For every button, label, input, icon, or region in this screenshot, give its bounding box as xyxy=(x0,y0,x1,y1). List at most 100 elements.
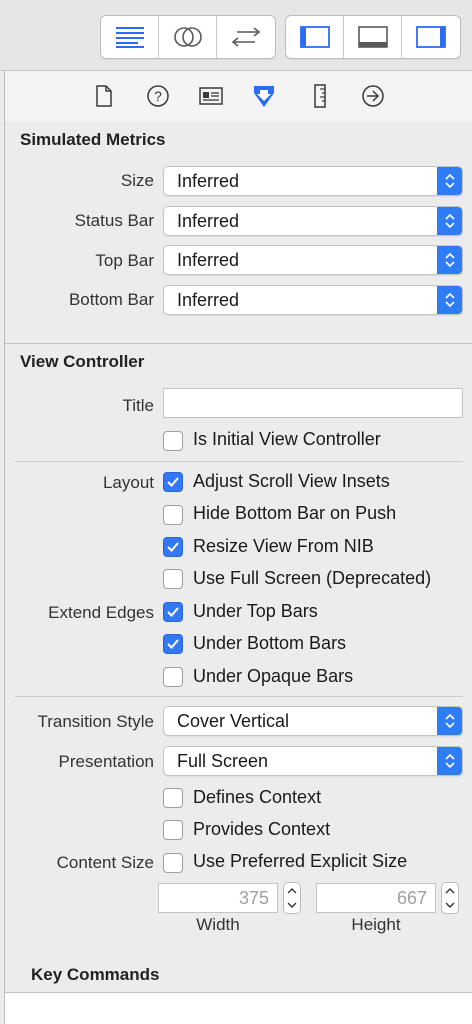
height-stepper[interactable] xyxy=(441,882,459,914)
chevron-down-icon xyxy=(287,902,297,908)
chevron-down-icon xyxy=(445,902,455,908)
updown-arrows-icon xyxy=(437,707,462,735)
status-bar-popup[interactable]: Inferred xyxy=(163,206,463,236)
resize-from-nib-checkbox[interactable] xyxy=(163,537,183,557)
right-panel-icon xyxy=(416,26,446,48)
tab-attributes-inspector[interactable] xyxy=(251,83,277,109)
updown-arrows-icon xyxy=(437,246,462,274)
transition-style-popup[interactable]: Cover Vertical xyxy=(163,706,463,736)
is-initial-checkbox[interactable] xyxy=(163,431,183,451)
provides-context-label: Provides Context xyxy=(193,819,331,839)
bottom-bar-popup[interactable]: Inferred xyxy=(163,285,463,315)
toggle-navigator-button[interactable] xyxy=(286,16,344,58)
svg-text:?: ? xyxy=(154,88,162,104)
id-card-icon xyxy=(199,87,223,105)
divider xyxy=(15,461,463,462)
chevron-up-icon xyxy=(445,888,455,894)
attributes-panel: Simulated Metrics Size Inferred Status B… xyxy=(5,122,472,1024)
section-divider xyxy=(5,343,472,344)
toggle-debug-area-button[interactable] xyxy=(344,16,402,58)
title-field[interactable] xyxy=(163,388,463,418)
width-stepper[interactable] xyxy=(283,882,301,914)
hide-bottom-bar-label: Hide Bottom Bar on Push xyxy=(193,503,397,523)
editor-mode-segment xyxy=(100,15,276,59)
section-title-simulated-metrics: Simulated Metrics xyxy=(20,130,166,149)
status-bar-label: Status Bar xyxy=(74,211,154,230)
key-commands-table[interactable] xyxy=(5,993,472,1024)
preferred-size-label: Use Preferred Explicit Size xyxy=(193,851,408,871)
is-initial-label: Is Initial View Controller xyxy=(193,429,381,449)
bottom-bar-value: Inferred xyxy=(177,290,240,310)
presentation-value: Full Screen xyxy=(177,751,269,771)
version-editor-button[interactable] xyxy=(217,16,275,58)
under-top-bars-label: Under Top Bars xyxy=(193,601,318,621)
updown-arrows-icon xyxy=(437,286,462,314)
tab-identity-inspector[interactable] xyxy=(198,83,224,109)
arrow-circle-icon xyxy=(362,85,384,107)
tab-connections-inspector[interactable] xyxy=(360,83,386,109)
updown-arrows-icon xyxy=(437,207,462,235)
width-value: 375 xyxy=(238,888,269,908)
section-title-view-controller: View Controller xyxy=(20,352,145,371)
under-opaque-bars-label: Under Opaque Bars xyxy=(193,666,354,686)
top-bar-label: Top Bar xyxy=(95,251,154,270)
top-bar-popup[interactable]: Inferred xyxy=(163,245,463,275)
defines-context-label: Defines Context xyxy=(193,787,322,807)
updown-arrows-icon xyxy=(437,747,462,775)
section-title-key-commands: Key Commands xyxy=(31,965,160,984)
inspector-tabs: ? xyxy=(5,71,472,123)
width-field[interactable]: 375 xyxy=(158,883,278,913)
updown-arrows-icon xyxy=(437,167,462,195)
height-value: 667 xyxy=(396,888,427,908)
provides-context-checkbox[interactable] xyxy=(163,820,183,840)
height-caption: Height xyxy=(351,915,401,934)
height-field[interactable]: 667 xyxy=(316,883,436,913)
size-popup[interactable]: Inferred xyxy=(163,166,463,196)
standard-editor-button[interactable] xyxy=(101,16,159,58)
assistant-editor-button[interactable] xyxy=(159,16,217,58)
presentation-popup[interactable]: Full Screen xyxy=(163,746,463,776)
resize-from-nib-label: Resize View From NIB xyxy=(193,536,374,556)
defines-context-checkbox[interactable] xyxy=(163,788,183,808)
under-bottom-bars-label: Under Bottom Bars xyxy=(193,633,347,653)
extend-edges-label: Extend Edges xyxy=(48,603,154,622)
full-screen-label: Use Full Screen (Deprecated) xyxy=(193,568,432,588)
width-caption: Width xyxy=(196,915,240,934)
tab-quick-help[interactable]: ? xyxy=(145,83,171,109)
bottom-panel-icon xyxy=(357,26,388,48)
size-value: Inferred xyxy=(177,171,240,191)
toggle-utilities-button[interactable] xyxy=(402,16,460,58)
status-bar-value: Inferred xyxy=(177,211,240,231)
toolbar xyxy=(0,0,472,71)
tab-file-inspector[interactable] xyxy=(91,83,117,109)
preferred-size-checkbox[interactable] xyxy=(163,853,183,873)
top-bar-value: Inferred xyxy=(177,250,240,270)
panel-toggle-segment xyxy=(285,15,461,59)
adjust-scroll-insets-label: Adjust Scroll View Insets xyxy=(193,471,390,491)
size-label: Size xyxy=(120,171,154,190)
hide-bottom-bar-checkbox[interactable] xyxy=(163,505,183,525)
checkmark-icon xyxy=(167,542,179,552)
venn-icon xyxy=(173,27,202,47)
checkmark-icon xyxy=(167,477,179,487)
under-bottom-bars-checkbox[interactable] xyxy=(163,634,183,654)
adjust-scroll-insets-checkbox[interactable] xyxy=(163,472,183,492)
under-opaque-bars-checkbox[interactable] xyxy=(163,667,183,687)
presentation-label: Presentation xyxy=(58,752,154,771)
divider xyxy=(15,696,463,697)
ruler-icon xyxy=(314,84,326,108)
tab-size-inspector[interactable] xyxy=(307,83,333,109)
under-top-bars-checkbox[interactable] xyxy=(163,602,183,622)
attributes-shield-icon xyxy=(254,86,274,107)
content-size-label: Content Size xyxy=(56,853,154,872)
checkmark-icon xyxy=(167,607,179,617)
full-screen-checkbox[interactable] xyxy=(163,569,183,589)
lines-icon xyxy=(115,27,144,48)
arrows-left-right-icon xyxy=(231,27,261,47)
title-label: Title xyxy=(122,396,155,415)
left-panel-icon xyxy=(299,26,330,48)
layout-label: Layout xyxy=(102,473,154,492)
chevron-up-icon xyxy=(287,888,297,894)
file-icon xyxy=(96,85,112,107)
question-icon: ? xyxy=(147,85,169,107)
